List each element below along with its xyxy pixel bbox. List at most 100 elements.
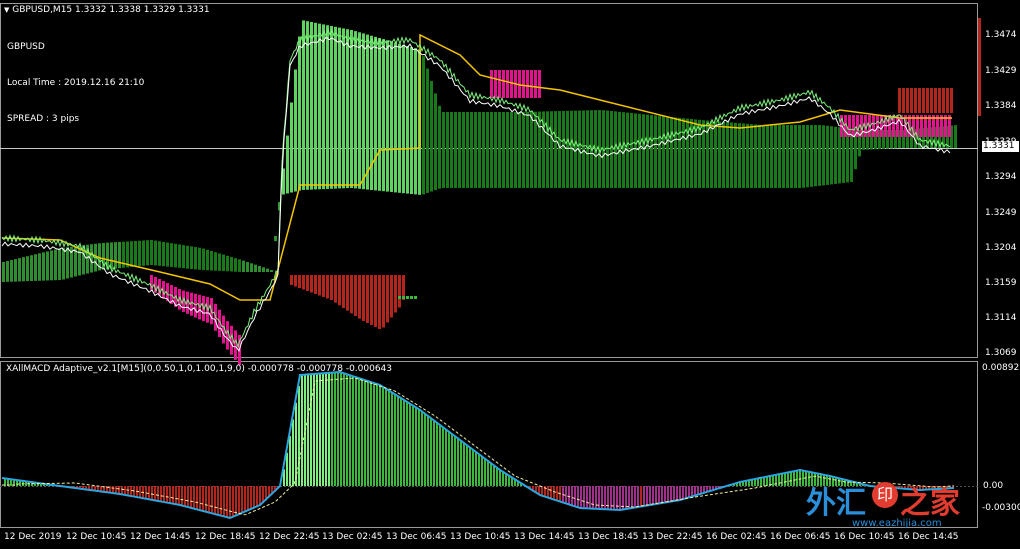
cloud-bar (826, 125, 829, 185)
macd-hist-bar (391, 391, 393, 486)
cloud-bar (114, 242, 117, 269)
macd-hist-bar (421, 410, 423, 486)
macd-hist-bar (346, 373, 348, 486)
macd-hist-bar (139, 486, 141, 498)
time-label: 16 Dec 10:45 (834, 532, 895, 542)
cloud-bar (318, 23, 321, 190)
macd-hist-bar (619, 486, 621, 510)
price-label: 1.3069 (985, 348, 1017, 358)
macd-hist-bar (460, 440, 462, 486)
bear-bar (918, 88, 921, 113)
cloud-bar (218, 253, 221, 271)
macd-hist-bar (685, 486, 687, 499)
bear-bar (294, 275, 297, 287)
cloud-bar (154, 240, 157, 266)
bear-bar (354, 275, 357, 316)
macd-hist-bar (667, 486, 669, 503)
bear-bar (298, 275, 301, 288)
cloud-bar (834, 126, 837, 184)
macd-hist-bar (367, 380, 369, 486)
macd-hist-bar (259, 486, 261, 506)
macd-hist-bar (394, 393, 396, 486)
cloud-bar (730, 122, 733, 188)
cloud-bar (682, 118, 685, 188)
macd-hist-bar (229, 486, 231, 518)
bear-bar (346, 275, 349, 311)
cloud-bar (562, 110, 565, 188)
cloud-bar (118, 241, 121, 269)
cloud-bar (782, 125, 785, 188)
bear-bar (394, 275, 397, 313)
macd-hist-bar (169, 486, 171, 503)
cloud-bar (266, 268, 269, 272)
macd-hist-bar (589, 486, 591, 509)
cloud-bar (350, 30, 353, 188)
macd-hist-bar (586, 486, 588, 509)
cloud-bar (454, 112, 457, 188)
macd-hist-bar (379, 384, 381, 486)
cloud-bar (326, 25, 329, 189)
cloud-bar (314, 22, 317, 190)
cloud-bar (442, 112, 445, 188)
magenta-bar (538, 70, 541, 98)
triangle-down-icon[interactable]: ▼ (4, 6, 9, 14)
cloud-bar (206, 249, 209, 271)
cloud-bar (726, 122, 729, 188)
macd-hist-bar (658, 486, 660, 504)
macd-hist-bar (373, 382, 375, 486)
macd-hist-bar (481, 455, 483, 486)
macd-hist-bar (358, 377, 360, 486)
bear-bar (338, 275, 341, 306)
cloud-bar (226, 255, 229, 272)
macd-hist-bar (664, 486, 666, 503)
cloud-bar (670, 117, 673, 188)
macd-hist-bar (499, 469, 501, 486)
macd-hist-bar (412, 405, 414, 486)
macd-hist-bar (190, 486, 192, 508)
macd-hist-bar (109, 486, 111, 493)
macd-hist-bar (799, 470, 801, 486)
current-price-badge: 1.3331 (982, 141, 1019, 152)
macd-hist-bar (574, 486, 576, 507)
macd-hist-bar (415, 406, 417, 486)
macd-hist-bar (340, 372, 342, 486)
cloud-bar (406, 46, 409, 194)
cloud-bar (634, 113, 637, 188)
macd-hist-bar (688, 486, 690, 498)
macd-hist-bar (337, 372, 339, 486)
cloud-bar (566, 110, 569, 188)
macd-hist-bar (580, 486, 582, 508)
macd-hist-bar (691, 486, 693, 497)
macd-hist-bar (193, 486, 195, 509)
chart-canvas[interactable] (0, 0, 1020, 549)
magenta-bar (852, 115, 855, 137)
cloud-bar (750, 124, 753, 188)
cloud-bar (262, 267, 265, 272)
magenta-bar (230, 325, 233, 355)
macd-hist-bar (145, 486, 147, 499)
cloud-bar (614, 111, 617, 188)
cloud-bar (246, 262, 249, 272)
cloud-bar (650, 115, 653, 188)
green-dash (414, 296, 417, 299)
cloud-bar (270, 270, 273, 272)
green-dash (406, 296, 409, 299)
cloud-bar (426, 68, 429, 193)
macd-hist-bar (175, 486, 177, 505)
cloud-bar (34, 254, 37, 281)
cloud-bar (50, 250, 53, 281)
time-label: 13 Dec 10:45 (450, 532, 511, 542)
macd-hist-bar (787, 472, 789, 486)
macd-hist-bar (124, 486, 126, 495)
info-symbol: GBPUSD (7, 42, 45, 52)
bear-bar (922, 88, 925, 113)
macd-hist-bar (160, 486, 162, 502)
right-edge-bar (978, 18, 981, 116)
cloud-bar (230, 257, 233, 272)
cloud-bar (722, 121, 725, 188)
macd-hist-bar (307, 374, 309, 486)
cloud-bar (526, 111, 529, 188)
chart-header[interactable]: ▼ GBPUSD,M15 1.3332 1.3338 1.3329 1.3331 (4, 5, 210, 16)
macd-hist-bar (676, 486, 678, 501)
cloud-bar (458, 112, 461, 188)
